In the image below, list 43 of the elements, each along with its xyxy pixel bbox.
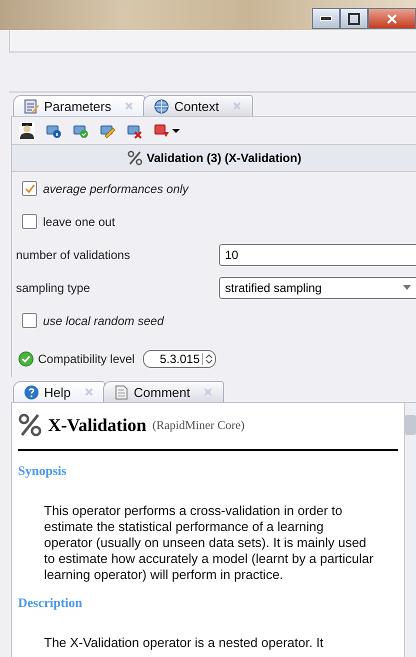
parameter-label: average performances only [43,182,188,196]
checkbox[interactable] [22,214,37,229]
operator-title: Validation (3) (X-Validation) [146,151,302,165]
info-icon[interactable] [46,122,62,138]
delete-icon[interactable] [127,122,143,138]
dropdown[interactable]: stratified sampling [219,276,416,298]
parameter-label: number of validations [16,248,132,262]
checkmark-icon[interactable] [73,122,89,138]
panel-tab[interactable]: Help [13,381,105,402]
person-icon[interactable] [19,122,35,140]
panel-tab[interactable]: Parameters [13,95,146,116]
globe-icon [154,98,170,114]
checkbox[interactable] [22,181,37,196]
caret-icon [172,128,180,134]
pencil-icon[interactable] [100,122,116,138]
percent-icon [18,413,42,437]
close-button[interactable] [368,8,416,29]
breakpoint-dropdown[interactable] [154,122,180,138]
help-subtitle: (RapidMiner Core) [152,418,245,432]
document-icon [114,384,129,400]
checkbox[interactable] [22,313,37,328]
parameter-label: use local random seed [43,314,164,328]
help-paragraph: This operator performs a cross-validation in order to estimate the statistical performance of a learning operator (usually on unseen data sets). It is mainly used to estimate how accurately a model (learnt by a particular learning operator) will perform in practice. [44,503,374,583]
section-heading: Description [18,595,84,611]
help-title: X-Validation [48,414,146,436]
checkmark-icon [18,351,34,367]
restore-button[interactable] [340,8,368,29]
input-field[interactable]: 10 [219,244,416,266]
caret-icon [403,285,411,290]
parameter-label: sampling type [16,280,92,294]
close-icon [386,14,398,24]
help-icon [24,384,39,400]
help-paragraph: The X-Validation operator is a nested operator. It [44,635,324,651]
scrollbar[interactable] [404,403,416,657]
percent-icon [126,150,143,166]
compatibility-label: Compatibility level [38,352,135,366]
panel-tab[interactable]: Comment [102,381,224,402]
section-heading: Synopsis [18,463,68,479]
spinner-field[interactable]: 5.3.015 [142,350,216,368]
panel-tab[interactable]: Context [143,95,254,116]
notepad-icon [24,98,39,114]
parameter-label: leave one out [43,214,116,228]
minimize-button[interactable] [312,8,340,29]
